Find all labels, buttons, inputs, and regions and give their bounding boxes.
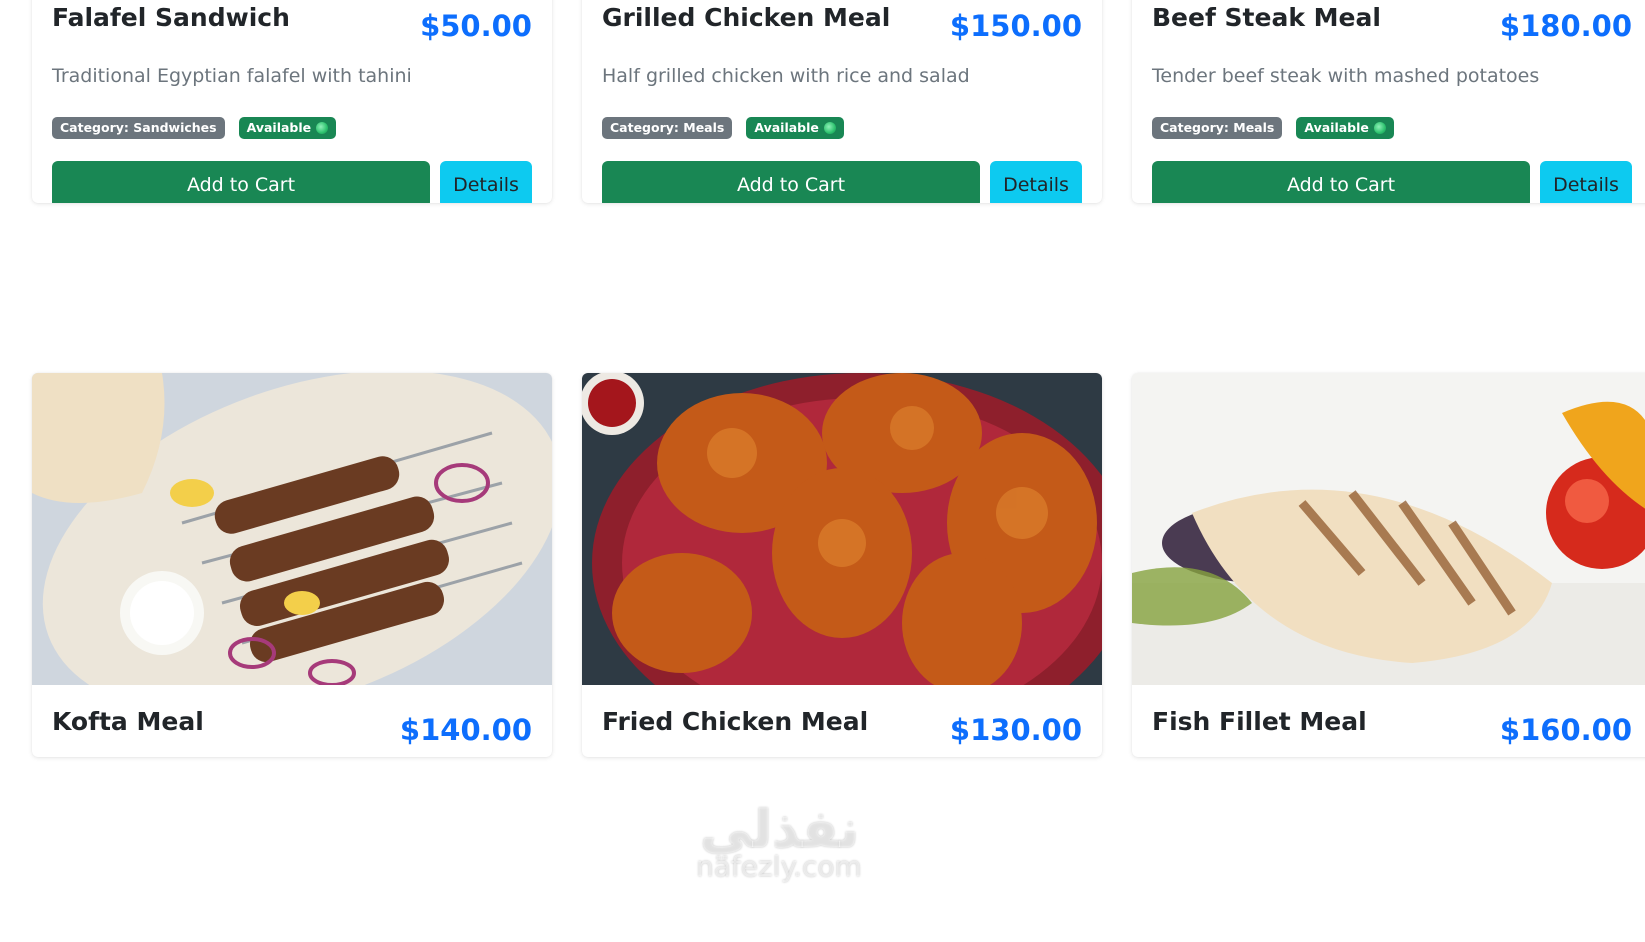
category-badge: Category: Meals — [1152, 117, 1283, 139]
card-actions: Add to Cart Details — [602, 161, 1082, 203]
product-title: Grilled Chicken Meal — [602, 3, 891, 32]
product-card-body: Fish Fillet Meal $160.00 Breaded fish fi… — [1132, 685, 1645, 757]
product-card: Fish Fillet Meal $160.00 Breaded fish fi… — [1132, 373, 1645, 757]
product-card: Beef Steak Meal $180.00 Tender beef stea… — [1132, 0, 1645, 203]
badges-row: Category: Meals Available — [1152, 117, 1632, 161]
add-to-cart-button[interactable]: Add to Cart — [52, 161, 430, 203]
product-image — [582, 373, 1102, 685]
category-badge: Category: Meals — [602, 117, 733, 139]
product-description: Tender beef steak with mashed potatoes — [1152, 65, 1540, 87]
product-card-body: Falafel Sandwich $50.00 Traditional Egyp… — [32, 0, 552, 203]
product-description: Traditional Egyptian falafel with tahini — [52, 65, 412, 87]
product-price: $130.00 — [949, 713, 1082, 747]
availability-badge-label: Available — [246, 120, 312, 135]
product-card-body: Fried Chicken Meal $130.00 Crispy fried … — [582, 685, 1102, 757]
product-price: $150.00 — [949, 9, 1082, 43]
status-dot-icon — [823, 122, 836, 134]
product-image — [1132, 373, 1645, 685]
badges-row: Category: Meals Available — [602, 117, 1082, 161]
product-title: Fried Chicken Meal — [602, 707, 869, 736]
availability-badge: Available — [746, 117, 844, 139]
product-card: Grilled Chicken Meal $150.00 Half grille… — [582, 0, 1102, 203]
title-row: Kofta Meal $140.00 — [52, 705, 532, 757]
product-price: $160.00 — [1499, 713, 1632, 747]
availability-badge: Available — [238, 117, 337, 139]
product-price: $180.00 — [1499, 9, 1632, 43]
card-actions: Add to Cart Details — [1152, 161, 1632, 203]
product-card-body: Grilled Chicken Meal $150.00 Half grille… — [582, 0, 1102, 203]
title-row: Fried Chicken Meal $130.00 — [602, 705, 1082, 757]
product-title: Fish Fillet Meal — [1152, 707, 1367, 736]
category-badge-label: Category: Sandwiches — [60, 120, 217, 135]
product-image — [32, 373, 552, 685]
product-grid: Falafel Sandwich $50.00 Traditional Egyp… — [32, 0, 1645, 913]
product-card: Fried Chicken Meal $130.00 Crispy fried … — [582, 373, 1102, 757]
product-description: Half grilled chicken with rice and salad — [602, 65, 970, 87]
availability-badge-label: Available — [1304, 120, 1369, 135]
product-card-body: Kofta Meal $140.00 Grilled kofta with ri… — [32, 685, 552, 757]
availability-badge: Available — [1296, 117, 1394, 139]
title-row: Falafel Sandwich $50.00 — [52, 1, 532, 61]
product-card-body: Beef Steak Meal $180.00 Tender beef stea… — [1132, 0, 1645, 203]
title-row: Fish Fillet Meal $160.00 — [1152, 705, 1632, 757]
product-title: Falafel Sandwich — [52, 3, 290, 32]
details-button[interactable]: Details — [990, 161, 1082, 203]
title-row: Beef Steak Meal $180.00 — [1152, 1, 1632, 61]
product-price: $140.00 — [399, 713, 532, 747]
add-to-cart-button[interactable]: Add to Cart — [602, 161, 980, 203]
product-card: Falafel Sandwich $50.00 Traditional Egyp… — [32, 0, 552, 203]
add-to-cart-button[interactable]: Add to Cart — [1152, 161, 1530, 203]
category-badge-label: Category: Meals — [610, 120, 725, 135]
product-title: Beef Steak Meal — [1152, 3, 1381, 32]
status-dot-icon — [1373, 122, 1386, 134]
availability-badge-label: Available — [754, 120, 819, 135]
product-card: Kofta Meal $140.00 Grilled kofta with ri… — [32, 373, 552, 757]
category-badge: Category: Sandwiches — [52, 117, 225, 139]
details-button[interactable]: Details — [440, 161, 532, 203]
product-price: $50.00 — [420, 9, 532, 43]
product-grid-page: Falafel Sandwich $50.00 Traditional Egyp… — [0, 0, 1645, 942]
title-row: Grilled Chicken Meal $150.00 — [602, 1, 1082, 61]
details-button[interactable]: Details — [1540, 161, 1632, 203]
category-badge-label: Category: Meals — [1160, 120, 1275, 135]
status-dot-icon — [316, 122, 329, 134]
badges-row: Category: Sandwiches Available — [52, 117, 532, 161]
product-title: Kofta Meal — [52, 707, 204, 736]
card-actions: Add to Cart Details — [52, 161, 532, 203]
